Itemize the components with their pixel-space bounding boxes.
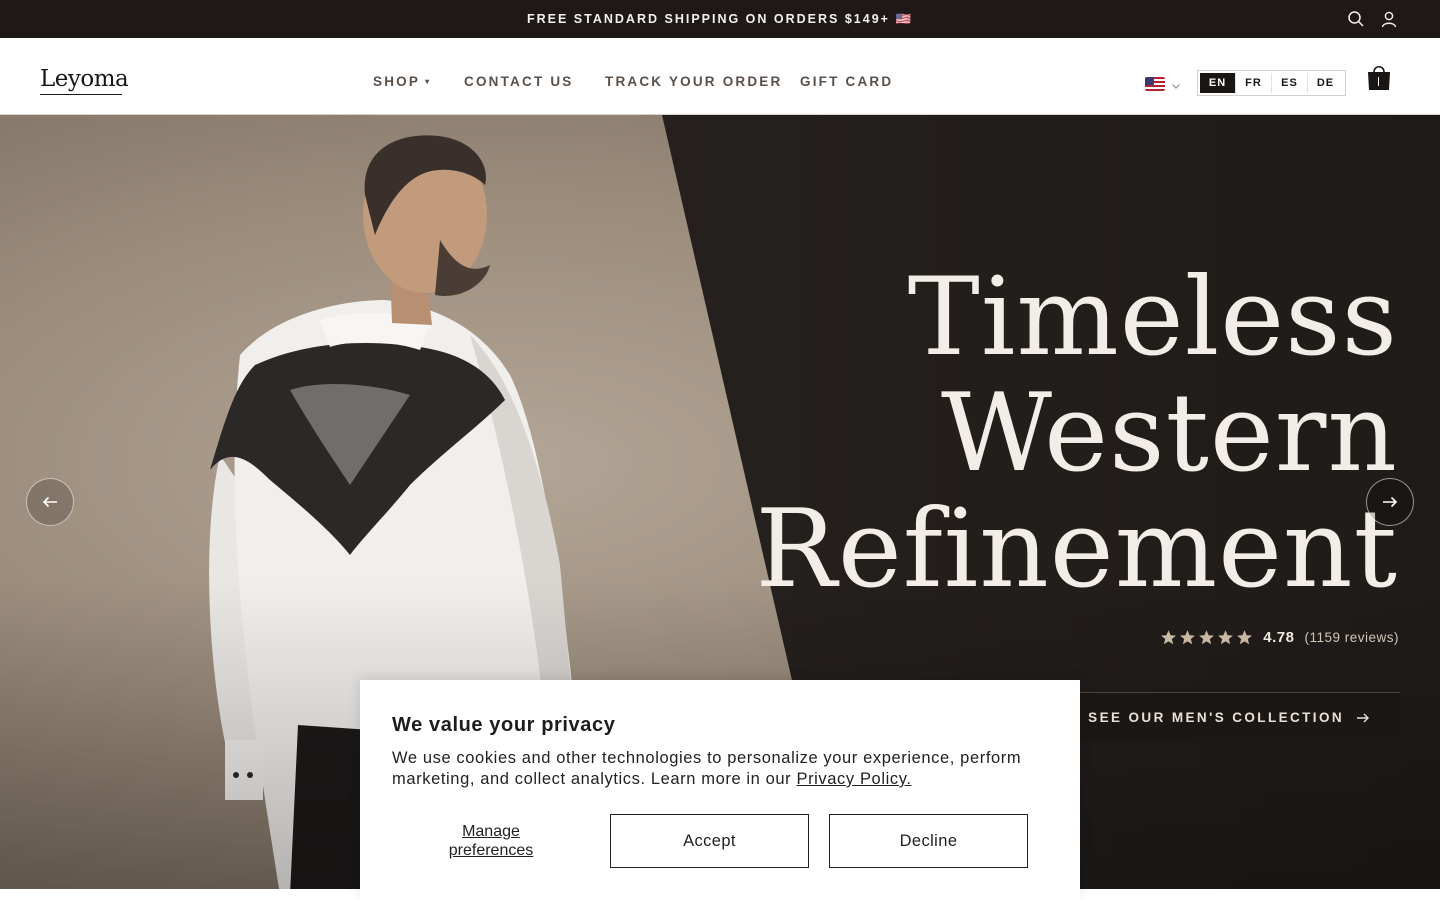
star-icon (1180, 630, 1196, 645)
arrow-right-icon (1383, 496, 1398, 508)
hero-headline-line-2: Western (940, 371, 1398, 496)
announcement-text: FREE STANDARD SHIPPING ON ORDERS $149+ 🇺… (526, 12, 914, 26)
cookie-body-text: We use cookies and other technologies to… (392, 749, 1022, 788)
nav-shop[interactable]: SHOP ▾ (373, 74, 431, 89)
cookie-title: We value your privacy (392, 714, 616, 736)
nav-gift-card[interactable]: GIFT CARD (800, 74, 893, 89)
nav-track-order[interactable]: TRACK YOUR ORDER (605, 74, 782, 89)
star-icon (1161, 630, 1177, 645)
review-count[interactable]: (1159 reviews) (1304, 630, 1399, 645)
prev-slide-button[interactable] (26, 478, 74, 526)
lang-en[interactable]: EN (1200, 73, 1236, 93)
star-icon (1199, 630, 1215, 645)
decline-button[interactable]: Decline (829, 814, 1028, 868)
arrow-right-icon (1357, 713, 1369, 722)
accept-button[interactable]: Accept (610, 814, 809, 868)
lang-fr[interactable]: FR (1236, 73, 1272, 93)
rating-stars (1160, 629, 1253, 646)
logo-underline (40, 94, 122, 95)
manage-preferences-link[interactable]: Manage preferences (418, 822, 564, 860)
lang-es[interactable]: ES (1272, 73, 1308, 93)
flag-us-icon[interactable] (1145, 77, 1165, 91)
brand-logo[interactable]: Leyoma (40, 66, 129, 92)
mens-collection-button[interactable]: SEE OUR MEN'S COLLECTION (1079, 692, 1400, 742)
cookie-description: We use cookies and other technologies to… (392, 748, 1052, 790)
nav-contact-us[interactable]: CONTACT US (464, 74, 574, 89)
star-icon (1237, 630, 1253, 645)
hero-headline-line-3: Refinement (755, 487, 1398, 612)
rating-summary: 4.78 (1159 reviews) (1160, 629, 1399, 646)
announcement-bar: FREE STANDARD SHIPPING ON ORDERS $149+ 🇺… (0, 0, 1440, 38)
hero-headline-line-1: Timeless (907, 255, 1398, 380)
hero-headline: Timeless Western Refinement (756, 260, 1399, 608)
star-icon (1218, 630, 1234, 645)
next-slide-button[interactable] (1366, 478, 1414, 526)
account-icon[interactable] (1380, 10, 1398, 28)
cart-bag-icon[interactable] (1366, 62, 1392, 92)
rating-value: 4.78 (1263, 629, 1295, 646)
site-header: Leyoma SHOP ▾ CONTACT US TRACK YOUR ORDER… (0, 38, 1440, 115)
search-icon[interactable] (1347, 10, 1365, 28)
language-switcher: EN FR ES DE (1197, 70, 1346, 96)
chevron-down-icon[interactable] (1171, 78, 1181, 89)
caret-down-icon: ▾ (425, 77, 432, 86)
nav-shop-label: SHOP (373, 74, 421, 89)
cookie-consent-banner: We value your privacy We use cookies and… (360, 680, 1080, 900)
privacy-policy-link[interactable]: Privacy Policy. (796, 770, 911, 788)
lang-de[interactable]: DE (1308, 73, 1343, 93)
arrow-left-icon (42, 496, 57, 508)
mens-collection-label: SEE OUR MEN'S COLLECTION (1088, 710, 1344, 725)
